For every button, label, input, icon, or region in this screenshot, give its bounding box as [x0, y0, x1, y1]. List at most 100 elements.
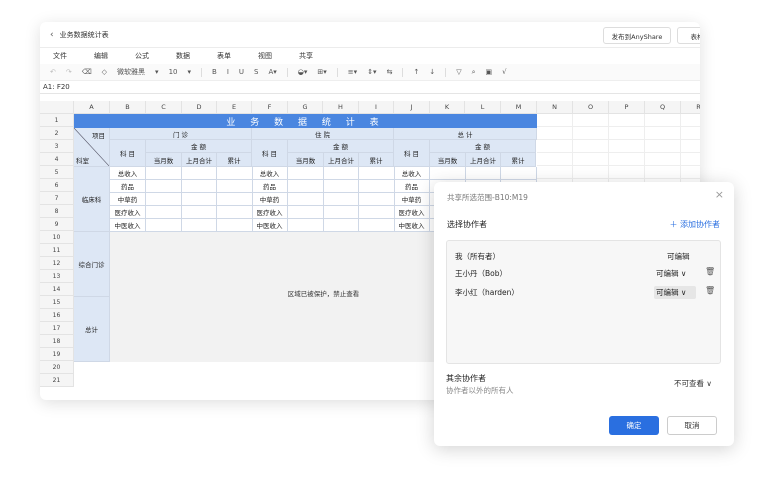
menu-share[interactable]: 共享 [299, 51, 313, 61]
row-label-cell[interactable]: 中医收入 [252, 219, 288, 232]
column-header[interactable]: D [182, 101, 217, 114]
row-label-cell[interactable]: 总收入 [110, 167, 146, 180]
row-header[interactable]: 8 [40, 205, 74, 218]
row-header[interactable]: 20 [40, 361, 74, 374]
sort-asc-icon[interactable]: ↑ [413, 68, 419, 76]
row-label-cell[interactable]: 中医收入 [110, 219, 146, 232]
value-cell[interactable] [288, 219, 324, 232]
grid-cell[interactable] [573, 140, 609, 153]
menu-view[interactable]: 视图 [258, 51, 272, 61]
grid-cell[interactable] [645, 153, 681, 166]
row-label-cell[interactable]: 药品 [252, 180, 288, 193]
row-header[interactable]: 5 [40, 166, 74, 179]
permission-select[interactable]: 可编辑 ∨ [654, 286, 696, 299]
menu-edit[interactable]: 编辑 [94, 51, 108, 61]
column-header[interactable]: E [217, 101, 252, 114]
value-cell[interactable] [146, 180, 182, 193]
bold-button[interactable]: B [212, 68, 217, 76]
row-label-cell[interactable]: 中草药 [252, 193, 288, 206]
cumulative-header[interactable]: 累计 [501, 153, 536, 167]
value-cell[interactable] [217, 180, 253, 193]
general-clinic-cell[interactable]: 综合门诊 [74, 232, 110, 297]
value-cell[interactable] [217, 193, 253, 206]
grid-cell[interactable] [609, 140, 645, 153]
align-horizontal-icon[interactable]: ≡▾ [348, 68, 357, 76]
row-header[interactable]: 2 [40, 127, 74, 140]
chevron-down-icon[interactable]: ▾ [155, 68, 159, 76]
amount-header[interactable]: 金 额 [146, 140, 252, 153]
value-cell[interactable] [217, 167, 253, 180]
grid-cell[interactable] [681, 114, 700, 127]
underline-button[interactable]: U [239, 68, 244, 76]
column-header[interactable]: N [537, 101, 573, 114]
value-cell[interactable] [181, 167, 217, 180]
value-cell[interactable] [146, 206, 182, 219]
row-label-cell[interactable]: 药品 [394, 180, 430, 193]
column-header[interactable]: I [359, 101, 394, 114]
grid-cell[interactable] [681, 166, 700, 179]
prev-month-header[interactable]: 上月合计 [182, 153, 217, 167]
value-cell[interactable] [288, 180, 324, 193]
column-header[interactable]: J [394, 101, 430, 114]
row-header[interactable]: 17 [40, 322, 74, 335]
row-label-cell[interactable]: 医疗收入 [394, 206, 430, 219]
cancel-button[interactable]: 取消 [667, 416, 717, 435]
row-header[interactable]: 4 [40, 153, 74, 166]
column-header[interactable]: H [323, 101, 359, 114]
grid-cell[interactable] [537, 140, 573, 153]
grid-cell[interactable] [645, 114, 681, 127]
row-label-cell[interactable]: 中草药 [110, 193, 146, 206]
italic-button[interactable]: I [227, 68, 229, 76]
sheet-title[interactable]: 业 务 数 据 统 计 表 [74, 114, 537, 128]
value-cell[interactable] [181, 193, 217, 206]
column-header[interactable]: O [573, 101, 609, 114]
grid-cell[interactable] [609, 114, 645, 127]
search-icon[interactable]: ⌕ [472, 68, 476, 77]
column-header[interactable]: B [110, 101, 146, 114]
value-cell[interactable] [323, 193, 359, 206]
corner-cell[interactable] [40, 101, 74, 114]
row-header[interactable]: 12 [40, 257, 74, 270]
fill-color-icon[interactable]: ◒▾ [298, 68, 308, 76]
grid-cell[interactable] [573, 166, 609, 179]
row-header[interactable]: 7 [40, 192, 74, 205]
clinical-dept-cell[interactable]: 临床科 [74, 167, 110, 232]
prev-month-header[interactable]: 上月合计 [466, 153, 501, 167]
menu-file[interactable]: 文件 [53, 51, 67, 61]
font-size-select[interactable]: 10 [169, 68, 178, 76]
row-header[interactable]: 10 [40, 231, 74, 244]
row-header[interactable]: 3 [40, 140, 74, 153]
column-header[interactable]: L [465, 101, 501, 114]
menu-form[interactable]: 表单 [217, 51, 231, 61]
border-icon[interactable]: ⊞▾ [317, 68, 326, 76]
column-header[interactable]: M [501, 101, 537, 114]
chevron-down-icon[interactable]: ▾ [187, 68, 191, 76]
value-cell[interactable] [359, 193, 395, 206]
chevron-left-icon[interactable]: ‹ [50, 30, 54, 40]
redo-icon[interactable]: ↷ [66, 68, 72, 76]
value-cell[interactable] [359, 206, 395, 219]
subject-header[interactable]: 科 目 [394, 140, 430, 167]
grid-cell[interactable] [681, 140, 700, 153]
row-header[interactable]: 1 [40, 114, 74, 127]
value-cell[interactable] [359, 219, 395, 232]
column-header[interactable]: F [252, 101, 288, 114]
value-cell[interactable] [359, 180, 395, 193]
trash-icon[interactable]: 🗑 [705, 286, 715, 295]
cumulative-header[interactable]: 累计 [359, 153, 394, 167]
amount-header[interactable]: 金 额 [288, 140, 394, 153]
value-cell[interactable] [359, 167, 395, 180]
row-header[interactable]: 14 [40, 283, 74, 296]
grid-cell[interactable] [645, 140, 681, 153]
column-header[interactable]: A [74, 101, 110, 114]
value-cell[interactable] [465, 167, 501, 180]
grid-cell[interactable] [609, 153, 645, 166]
diagonal-header-cell[interactable]: 项目 科室 [74, 128, 110, 167]
align-vertical-icon[interactable]: ⇕▾ [367, 68, 376, 76]
value-cell[interactable] [501, 167, 537, 180]
current-month-header[interactable]: 当月数 [430, 153, 466, 167]
row-header[interactable]: 16 [40, 309, 74, 322]
row-header[interactable]: 13 [40, 270, 74, 283]
grid-cell[interactable] [573, 114, 609, 127]
image-icon[interactable]: ▣ [486, 68, 493, 76]
